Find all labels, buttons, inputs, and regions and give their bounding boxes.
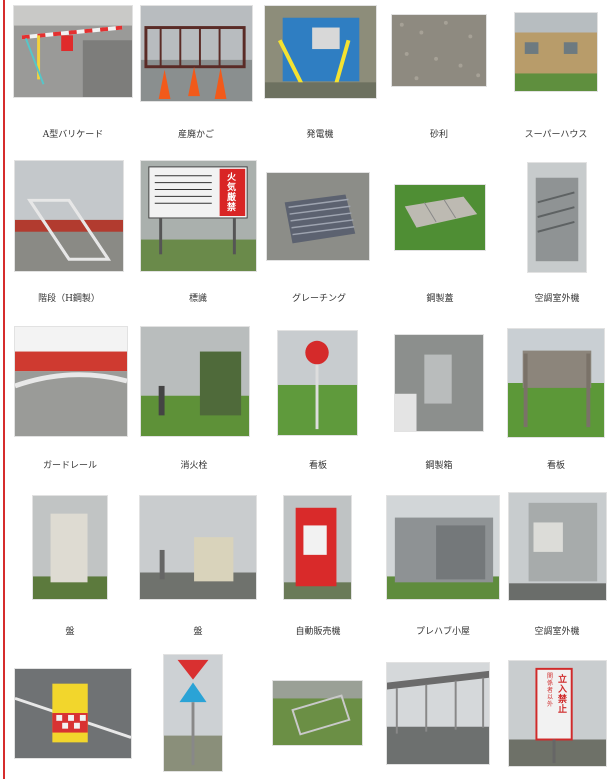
- caption-signboard-1: 看板: [308, 461, 327, 471]
- caption-grating: グレーチング: [291, 294, 346, 304]
- photo-no-entry-sign: 関係者以外 立入禁止: [508, 660, 607, 767]
- photo-grating: [266, 172, 370, 261]
- photo-ac-unit-2: [508, 492, 607, 601]
- caption-sign: 標識: [188, 294, 207, 304]
- caption-ac-unit-1: 空調室外機: [534, 294, 580, 304]
- caption-panel-1: 盤: [65, 627, 75, 637]
- caption-prefab-hut: プレハブ小屋: [415, 627, 470, 637]
- photo-steel-cover: [394, 184, 486, 251]
- photo-road-signs: [163, 654, 223, 772]
- page-margin-line: [3, 0, 5, 779]
- photo-waste-cage: [140, 5, 253, 102]
- photo-vending-machine: [283, 495, 352, 600]
- photo-wooden-board: [507, 328, 605, 438]
- photo-fire-sign-board: 火気厳禁: [140, 160, 257, 272]
- caption-gravel: 砂利: [429, 130, 448, 140]
- photo-prefab-hut: [386, 495, 500, 600]
- photo-panel-2: [139, 495, 257, 600]
- caption-steel-stairs: 階段（H鋼製）: [38, 294, 100, 304]
- no-entry-text-2: 立入禁止: [558, 675, 568, 715]
- photo-guardrail: [14, 326, 128, 437]
- caption-steel-box: 鋼製箱: [425, 461, 453, 471]
- caption-super-house: スーパーハウス: [524, 130, 588, 140]
- photo-super-house: [514, 12, 598, 92]
- caption-fire-hydrant: 消火栓: [180, 461, 208, 471]
- photo-gravel: [391, 14, 487, 87]
- photo-generator: [264, 5, 377, 99]
- caption-guardrail: ガードレール: [42, 461, 97, 471]
- caption-steel-cover: 鋼製蓋: [426, 294, 454, 304]
- caption-waste-cage: 産廃かご: [177, 130, 214, 140]
- no-entry-text-1: 関係者以外: [547, 673, 554, 708]
- photo-fence-on-grass: [272, 680, 363, 746]
- caption-signboard-2: 看板: [546, 461, 565, 471]
- photo-a-barricade: [13, 5, 133, 98]
- caption-a-barricade: A型バリケード: [42, 130, 104, 140]
- caption-panel-2: 盤: [193, 627, 203, 637]
- caption-vending-machine: 自動販売機: [295, 627, 341, 637]
- caption-generator: 発電機: [306, 130, 334, 140]
- photo-steel-box: [394, 334, 484, 432]
- photo-parking-shed: [386, 662, 490, 765]
- photo-steel-stairs: [14, 160, 124, 272]
- photo-ac-unit-1: [527, 162, 587, 273]
- photo-fire-hydrant: [140, 326, 250, 437]
- fire-sign-text: 火気厳禁: [227, 173, 237, 213]
- caption-ac-unit-2: 空調室外機: [534, 627, 580, 637]
- photo-yellow-drum: [14, 668, 132, 759]
- photo-stop-sign: [277, 330, 358, 436]
- photo-panel-1: [32, 495, 108, 600]
